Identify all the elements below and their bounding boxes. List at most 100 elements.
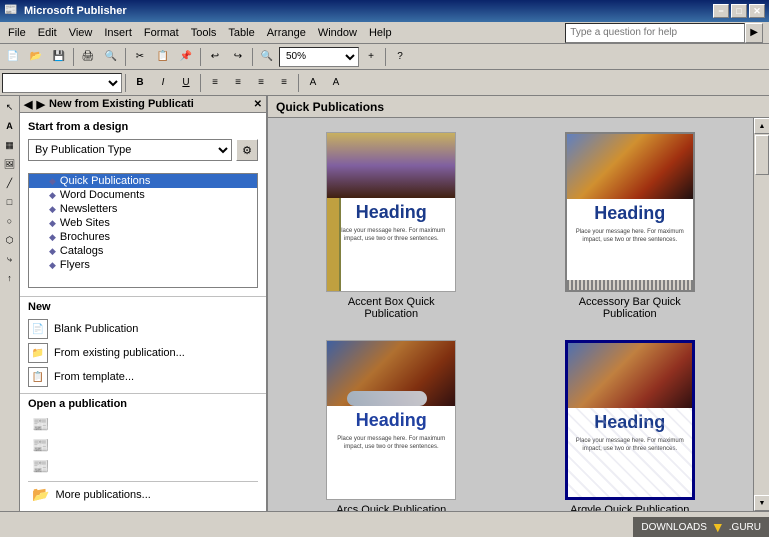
justify-button[interactable]: ≡ <box>273 72 295 94</box>
menu-tools[interactable]: Tools <box>185 25 223 41</box>
scroll-thumb[interactable] <box>755 135 769 175</box>
content-scroll[interactable]: Heading Place your message here. For max… <box>268 118 753 511</box>
open-item-1[interactable]: 📰 <box>28 414 258 435</box>
image-tool[interactable]: 🖼 <box>1 155 19 173</box>
copy-button[interactable]: 📋 <box>152 46 174 68</box>
open-section-title: Open a publication <box>28 398 258 410</box>
open-icon-3: 📰 <box>32 458 49 475</box>
side-panel-forward-icon[interactable]: ▶ <box>36 98 44 111</box>
tree-item-brochures[interactable]: ◆ Brochures <box>29 230 257 244</box>
menu-arrange[interactable]: Arrange <box>261 25 312 41</box>
print-button[interactable]: 🖨 <box>77 46 99 68</box>
open-button[interactable]: 📂 <box>25 46 47 68</box>
new-button[interactable]: 📄 <box>2 46 24 68</box>
side-panel-close-button[interactable]: ✕ <box>254 99 262 110</box>
pub-type-tree[interactable]: ◆ Quick Publications ◆ Word Documents ◆ … <box>28 173 258 288</box>
separator-5 <box>385 48 386 66</box>
menu-insert[interactable]: Insert <box>98 25 138 41</box>
open-item-2[interactable]: 📰 <box>28 435 258 456</box>
align-right-button[interactable]: ≡ <box>250 72 272 94</box>
oval-tool[interactable]: ○ <box>1 212 19 230</box>
tree-item-quick-pubs[interactable]: ◆ Quick Publications <box>29 174 257 188</box>
rect-tool[interactable]: □ <box>1 193 19 211</box>
side-panel-back-icon[interactable]: ◀ <box>24 98 32 111</box>
main-area: ↖ A ▦ 🖼 ╱ □ ○ ⬡ ⤷ ↑ ◀ ▶ New from Existin… <box>0 96 769 511</box>
open-icon-2: 📰 <box>32 437 49 454</box>
help-search-input[interactable] <box>565 23 745 43</box>
save-button[interactable]: 💾 <box>48 46 70 68</box>
redo-button[interactable]: ↪ <box>227 46 249 68</box>
menu-help[interactable]: Help <box>363 25 398 41</box>
text-tool[interactable]: A <box>1 117 19 135</box>
zoom-out-button[interactable]: 🔍 <box>256 46 278 68</box>
tree-item-flyers[interactable]: ◆ Flyers <box>29 258 257 272</box>
font-select[interactable] <box>2 73 122 93</box>
from-existing-item[interactable]: 📁 From existing publication... <box>28 341 258 365</box>
table-tool[interactable]: ▦ <box>1 136 19 154</box>
more-publications-link[interactable]: 📂 More publications... <box>28 481 258 507</box>
menu-file[interactable]: File <box>2 25 32 41</box>
italic-button[interactable]: I <box>152 72 174 94</box>
help-button[interactable]: ? <box>389 46 411 68</box>
content-area: Quick Publications Heading Place your me… <box>268 96 769 511</box>
pub-item-accessory-bar[interactable]: Heading Place your message here. For max… <box>521 132 740 320</box>
menu-window[interactable]: Window <box>312 25 363 41</box>
pub-thumb-argyle[interactable]: Heading Place your message here. For max… <box>565 340 695 500</box>
tree-icon-quick-pubs: ◆ <box>49 176 56 187</box>
zoom-select[interactable]: 50% 75% 100% <box>279 47 359 67</box>
close-button[interactable]: ✕ <box>749 4 765 18</box>
arrow-tool[interactable]: ↑ <box>1 269 19 287</box>
scroll-up-button[interactable]: ▲ <box>754 118 769 134</box>
more-pubs-label: More publications... <box>55 489 150 501</box>
select-tool[interactable]: ↖ <box>1 98 19 116</box>
help-search-button[interactable]: ▶ <box>745 23 763 43</box>
minimize-button[interactable]: − <box>713 4 729 18</box>
font-size-down[interactable]: A <box>302 72 324 94</box>
scroll-down-button[interactable]: ▼ <box>754 495 769 511</box>
title-bar: 📰 Microsoft Publisher − □ ✕ <box>0 0 769 22</box>
watermark-brand: .GURU <box>729 522 761 533</box>
shape-tool[interactable]: ⬡ <box>1 231 19 249</box>
menu-format[interactable]: Format <box>138 25 185 41</box>
pub-type-settings-button[interactable]: ⚙ <box>236 139 258 161</box>
connector-tool[interactable]: ⤷ <box>1 250 19 268</box>
pub-thumb-accent-box[interactable]: Heading Place your message here. For max… <box>326 132 456 292</box>
align-center-button[interactable]: ≡ <box>227 72 249 94</box>
separator-2 <box>125 48 126 66</box>
menu-edit[interactable]: Edit <box>32 25 63 41</box>
pub-item-argyle[interactable]: Heading Place your message here. For max… <box>521 340 740 511</box>
tree-item-web-sites[interactable]: ◆ Web Sites <box>29 216 257 230</box>
open-item-3[interactable]: 📰 <box>28 456 258 477</box>
blank-pub-item[interactable]: 📄 Blank Publication <box>28 317 258 341</box>
pub-item-arcs[interactable]: Heading Place your message here. For max… <box>282 340 501 511</box>
tree-item-newsletters[interactable]: ◆ Newsletters <box>29 202 257 216</box>
pub-label-argyle: Argyle Quick Publication <box>570 504 689 511</box>
tree-item-word-docs[interactable]: ◆ Word Documents <box>29 188 257 202</box>
underline-button[interactable]: U <box>175 72 197 94</box>
side-panel: ◀ ▶ New from Existing Publicati ✕ Start … <box>20 96 268 511</box>
from-template-item[interactable]: 📋 From template... <box>28 365 258 389</box>
pub-thumb-accessory-bar[interactable]: Heading Place your message here. For max… <box>565 132 695 292</box>
font-size-up[interactable]: A <box>325 72 347 94</box>
bold-button[interactable]: B <box>129 72 151 94</box>
menu-table[interactable]: Table <box>222 25 260 41</box>
status-text <box>4 517 7 528</box>
scroll-track[interactable] <box>754 134 769 495</box>
align-left-button[interactable]: ≡ <box>204 72 226 94</box>
pub-thumb-arcs[interactable]: Heading Place your message here. For max… <box>326 340 456 500</box>
maximize-button[interactable]: □ <box>731 4 747 18</box>
paste-button[interactable]: 📌 <box>175 46 197 68</box>
separator-3 <box>200 48 201 66</box>
more-pubs-icon: 📂 <box>32 486 49 503</box>
print-preview-button[interactable]: 🔍 <box>100 46 122 68</box>
vertical-scrollbar[interactable]: ▲ ▼ <box>753 118 769 511</box>
line-tool[interactable]: ╱ <box>1 174 19 192</box>
pub-type-select[interactable]: By Publication Type <box>28 139 232 161</box>
pub-item-accent-box[interactable]: Heading Place your message here. For max… <box>282 132 501 320</box>
menu-view[interactable]: View <box>63 25 99 41</box>
undo-button[interactable]: ↩ <box>204 46 226 68</box>
zoom-in-button[interactable]: + <box>360 46 382 68</box>
from-template-icon: 📋 <box>28 367 48 387</box>
cut-button[interactable]: ✂ <box>129 46 151 68</box>
tree-item-catalogs[interactable]: ◆ Catalogs <box>29 244 257 258</box>
